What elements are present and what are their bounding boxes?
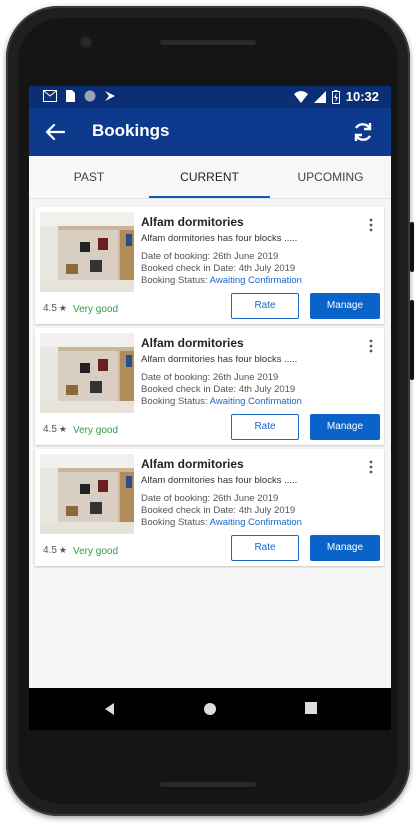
- wifi-icon: [293, 90, 308, 103]
- power-button: [410, 222, 414, 272]
- booking-status-value: Awaiting Confirmation: [209, 275, 302, 286]
- rate-button[interactable]: Rate: [231, 414, 299, 440]
- rating-text: Very good: [73, 546, 119, 557]
- booking-card[interactable]: 4.5 ★ Very good Alfam dormitories Alfam d…: [35, 449, 384, 566]
- flag-icon: [105, 91, 115, 101]
- rating-value: 4.5 ★: [43, 303, 67, 314]
- star-icon: ★: [58, 424, 67, 434]
- booking-status-value: Awaiting Confirmation: [209, 396, 302, 407]
- check-in-date: Booked check in Date: 4th July 2019: [141, 263, 296, 274]
- nav-back-icon[interactable]: [103, 702, 115, 716]
- rate-button[interactable]: Rate: [231, 293, 299, 319]
- booking-status: Booking Status: Awaiting Confirmation: [141, 517, 302, 528]
- rating-value: 4.5 ★: [43, 424, 67, 435]
- booking-card[interactable]: 4.5 ★ Very good Alfam dormitories Alfam d…: [35, 328, 384, 445]
- rating-text: Very good: [73, 304, 119, 315]
- booking-title: Alfam dormitories: [141, 336, 244, 350]
- check-in-date: Booked check in Date: 4th July 2019: [141, 505, 296, 516]
- circle-icon: [84, 90, 96, 102]
- manage-button[interactable]: Manage: [310, 414, 380, 440]
- rating-value: 4.5 ★: [43, 545, 67, 556]
- dormitory-thumbnail: [40, 212, 134, 292]
- booking-description: Alfam dormitories has four blocks .....: [141, 233, 298, 244]
- more-options-icon[interactable]: [366, 338, 376, 354]
- tab-current[interactable]: CURRENT: [149, 156, 270, 198]
- booking-status: Booking Status: Awaiting Confirmation: [141, 275, 302, 286]
- booking-description: Alfam dormitories has four blocks .....: [141, 475, 298, 486]
- top-speaker: [160, 40, 256, 45]
- rating-text: Very good: [73, 425, 119, 436]
- screen: 10:32 Bookings PAST CURRENT UPCOMING 4.5…: [29, 86, 391, 730]
- document-icon: [66, 90, 75, 102]
- booking-date: Date of booking: 26th June 2019: [141, 493, 279, 504]
- booking-title: Alfam dormitories: [141, 457, 244, 471]
- tab-past[interactable]: PAST: [29, 156, 149, 198]
- page-title: Bookings: [92, 121, 170, 140]
- front-camera: [82, 38, 90, 46]
- star-icon: ★: [58, 545, 67, 555]
- more-options-icon[interactable]: [366, 459, 376, 475]
- booking-status: Booking Status: Awaiting Confirmation: [141, 396, 302, 407]
- status-time: 10:32: [345, 89, 379, 104]
- back-arrow-icon[interactable]: [43, 121, 67, 143]
- bottom-speaker: [160, 782, 256, 787]
- refresh-icon[interactable]: [351, 120, 375, 144]
- volume-button: [410, 300, 414, 380]
- system-nav-bar: [29, 688, 391, 730]
- signal-icon: [313, 90, 326, 103]
- dormitory-thumbnail: [40, 454, 134, 534]
- booking-card[interactable]: 4.5 ★ Very good Alfam dormitories Alfam d…: [35, 207, 384, 324]
- booking-description: Alfam dormitories has four blocks .....: [141, 354, 298, 365]
- star-icon: ★: [58, 303, 67, 313]
- booking-date: Date of booking: 26th June 2019: [141, 372, 279, 383]
- rate-button[interactable]: Rate: [231, 535, 299, 561]
- manage-button[interactable]: Manage: [310, 535, 380, 561]
- manage-button[interactable]: Manage: [310, 293, 380, 319]
- nav-recents-icon[interactable]: [305, 702, 317, 714]
- status-bar: 10:32: [29, 86, 391, 108]
- tab-indicator: [149, 196, 270, 198]
- app-bar: Bookings: [29, 108, 391, 156]
- dormitory-thumbnail: [40, 333, 134, 413]
- booking-status-value: Awaiting Confirmation: [209, 517, 302, 528]
- tab-bar: PAST CURRENT UPCOMING: [29, 156, 391, 199]
- more-options-icon[interactable]: [366, 217, 376, 233]
- tab-upcoming[interactable]: UPCOMING: [270, 156, 391, 198]
- booking-title: Alfam dormitories: [141, 215, 244, 229]
- check-in-date: Booked check in Date: 4th July 2019: [141, 384, 296, 395]
- booking-date: Date of booking: 26th June 2019: [141, 251, 279, 262]
- gmail-icon: [43, 90, 57, 102]
- battery-icon: [331, 89, 340, 104]
- nav-home-icon[interactable]: [203, 702, 217, 716]
